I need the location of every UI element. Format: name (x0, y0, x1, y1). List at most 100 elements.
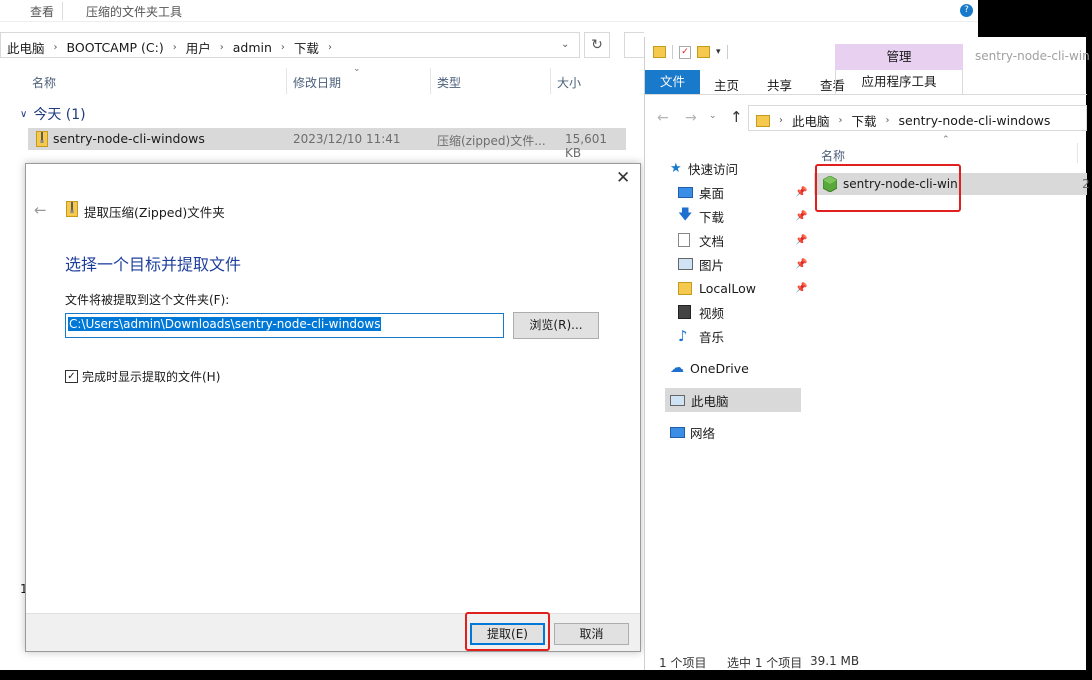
window-title: sentry-node-cli-win (975, 49, 1090, 63)
up-arrow-icon[interactable]: ↑ (730, 108, 743, 126)
tab-view[interactable]: 查看 (30, 3, 54, 20)
tab-home[interactable]: 主页 (714, 75, 739, 94)
properties-icon[interactable]: ✓ (679, 45, 691, 59)
breadcrumb-drive[interactable]: BOOTCAMP (C:) (67, 40, 164, 55)
column-divider[interactable] (430, 68, 431, 94)
path-label: 文件将被提取到这个文件夹(F): (65, 293, 230, 307)
pin-icon[interactable]: 📌 (795, 259, 807, 270)
breadcrumb-users[interactable]: 用户 (186, 38, 211, 57)
new-folder-icon[interactable] (697, 46, 710, 58)
column-name[interactable]: 名称 (821, 147, 845, 164)
file-row-selected[interactable]: sentry-node-cli-windows 2023/12/10 11:41… (28, 128, 626, 160)
back-arrow-icon[interactable]: ← (657, 110, 669, 126)
close-icon[interactable]: ✕ (616, 168, 630, 188)
zip-folder-icon (66, 201, 78, 217)
nav-this-pc[interactable]: 此电脑 (665, 388, 801, 412)
folder-icon[interactable] (653, 46, 666, 58)
column-name[interactable]: 名称 (32, 74, 56, 91)
forward-arrow-icon[interactable]: → (685, 110, 697, 126)
star-icon: ★ (670, 160, 682, 176)
toolbar-divider (726, 45, 728, 59)
breadcrumb-chevron-icon: › (779, 115, 783, 126)
column-divider[interactable] (550, 68, 551, 94)
nav-item-music[interactable]: ♪ 音乐 (670, 324, 830, 348)
breadcrumb-this-pc[interactable]: 此电脑 (7, 38, 45, 57)
search-box-edge[interactable] (624, 32, 644, 58)
show-files-checkbox[interactable]: ✓ (65, 370, 78, 383)
ribbon-tab-row: 文件 主页 共享 查看 应用程序工具 (645, 70, 1087, 95)
quick-access-toolbar: ✓ ▾ (653, 45, 728, 59)
tab-file[interactable]: 文件 (645, 70, 700, 94)
nav-item-documents[interactable]: 文档 📌 (670, 228, 830, 252)
tab-app-tools[interactable]: 应用程序工具 (835, 70, 963, 94)
nav-label: 音乐 (699, 329, 725, 345)
network-icon (670, 426, 685, 438)
breadcrumb-folder[interactable]: sentry-node-cli-windows (899, 113, 1051, 128)
pin-icon[interactable]: 📌 (795, 211, 807, 222)
address-dropdown-icon[interactable]: ⌄ (561, 39, 569, 50)
manage-tab[interactable]: 管理 (835, 44, 963, 70)
cancel-button[interactable]: 取消 (554, 623, 629, 645)
document-icon (678, 233, 690, 247)
browse-button[interactable]: 浏览(R)... (513, 312, 599, 339)
pin-icon[interactable]: 📌 (795, 235, 807, 246)
picture-icon (678, 258, 693, 270)
right-explorer-window: ✓ ▾ 管理 sentry-node-cli-win 文件 主页 共享 查看 应… (644, 37, 1090, 670)
computer-icon (670, 394, 685, 406)
tab-compressed-folder-tools[interactable]: 压缩的文件夹工具 (86, 3, 182, 20)
file-type: 压缩(zipped)文件... (437, 134, 546, 148)
folder-icon (678, 281, 692, 295)
pin-icon[interactable]: 📌 (795, 187, 807, 198)
file-highlight-box (815, 164, 961, 212)
breadcrumb-this-pc[interactable]: 此电脑 (792, 111, 830, 130)
breadcrumb-admin[interactable]: admin (233, 40, 272, 55)
column-divider[interactable] (286, 68, 287, 94)
nav-item-locallow[interactable]: LocalLow 📌 (670, 276, 830, 300)
folder-icon (756, 114, 770, 127)
navigation-pane: ★ 快速访问 桌面 📌 🡇 下载 📌 文档 📌 图片 📌 LocalLow 📌 (670, 156, 830, 380)
ribbon-tabstrip: 查看 压缩的文件夹工具 ? (0, 0, 978, 22)
nav-item-downloads[interactable]: 🡇 下载 📌 (670, 204, 830, 228)
nav-label: 文档 (699, 233, 725, 249)
dialog-title: 提取压缩(Zipped)文件夹 (84, 205, 225, 220)
customize-toolbar-icon[interactable]: ▾ (716, 47, 721, 57)
nav-label: 此电脑 (691, 393, 729, 409)
show-files-checkbox-row[interactable]: ✓ 完成时显示提取的文件(H) (65, 368, 220, 385)
column-date[interactable]: 修改日期 (293, 74, 341, 91)
zip-folder-icon (36, 131, 48, 147)
nav-label: 网络 (690, 425, 716, 441)
breadcrumb-chevron-icon: › (219, 42, 224, 53)
nav-quick-access[interactable]: ★ 快速访问 (670, 156, 830, 180)
column-type[interactable]: 类型 (437, 74, 461, 91)
file-date: 2023/12/10 11:41 (293, 132, 401, 146)
collapse-chevron-icon[interactable]: ∨ (20, 109, 27, 120)
nav-item-pictures[interactable]: 图片 📌 (670, 252, 830, 276)
nav-network[interactable]: 网络 (670, 420, 715, 444)
nav-item-desktop[interactable]: 桌面 📌 (670, 180, 830, 204)
help-icon[interactable]: ? (960, 4, 973, 17)
back-arrow-icon[interactable]: ← (34, 201, 47, 219)
nav-label: OneDrive (690, 360, 749, 376)
pin-icon[interactable]: 📌 (795, 283, 807, 294)
nav-label: 图片 (699, 257, 725, 273)
breadcrumb-downloads[interactable]: 下载 (294, 38, 319, 57)
column-divider[interactable] (1077, 143, 1078, 163)
tab-share[interactable]: 共享 (767, 75, 792, 94)
refresh-icon[interactable]: ↻ (584, 32, 610, 58)
breadcrumb-chevron-icon: › (280, 42, 285, 53)
tab-divider (62, 2, 63, 20)
extract-button[interactable]: 提取(E) (470, 623, 545, 645)
recent-dropdown-icon[interactable]: ⌄ (709, 111, 717, 121)
breadcrumb-downloads[interactable]: 下载 (852, 111, 877, 130)
group-header-today[interactable]: ∨ 今天 (1) (20, 104, 86, 124)
nav-item-videos[interactable]: 视频 (670, 300, 830, 324)
column-header-row: 名称 ⌄ 修改日期 类型 大小 (0, 64, 640, 96)
address-bar[interactable]: › 此电脑 › 下载 › sentry-node-cli-windows (748, 105, 1087, 131)
breadcrumb-chevron-icon: › (53, 42, 58, 53)
video-icon (678, 305, 691, 319)
path-input-value: C:\Users\admin\Downloads\sentry-node-cli… (68, 317, 382, 331)
column-size[interactable]: 大小 (557, 74, 581, 91)
address-bar[interactable]: 此电脑 › BOOTCAMP (C:) › 用户 › admin › 下载 › … (0, 32, 580, 58)
path-input[interactable]: C:\Users\admin\Downloads\sentry-node-cli… (65, 313, 504, 338)
nav-onedrive[interactable]: ☁ OneDrive (670, 356, 830, 380)
